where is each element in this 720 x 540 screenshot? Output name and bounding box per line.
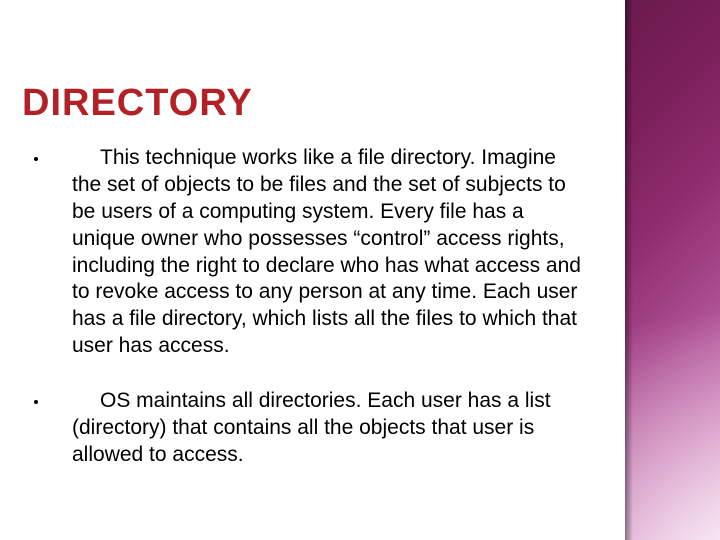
list-item: This technique works like a file directo… <box>32 145 585 360</box>
bullet-text: This technique works like a file directo… <box>72 146 581 357</box>
list-item: OS maintains all directories. Each user … <box>32 388 585 469</box>
bullet-text: OS maintains all directories. Each user … <box>72 389 551 466</box>
slide-title: DIRECTORY <box>22 82 585 125</box>
decorative-side-stripe <box>625 0 720 540</box>
slide-content: DIRECTORY This technique works like a fi… <box>0 0 615 540</box>
slide: DIRECTORY This technique works like a fi… <box>0 0 720 540</box>
bullet-list: This technique works like a file directo… <box>22 145 585 469</box>
